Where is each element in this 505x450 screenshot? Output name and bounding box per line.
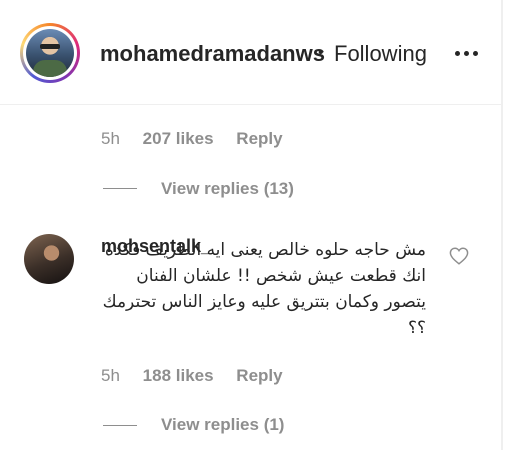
comment-meta: 5h 188 likes Reply xyxy=(101,366,283,386)
view-replies-button[interactable]: View replies (1) xyxy=(161,415,284,435)
header-divider xyxy=(0,104,503,105)
post-username[interactable]: mohamedramadanws xyxy=(100,41,325,67)
avatar[interactable] xyxy=(26,29,74,77)
view-replies-button[interactable]: View replies (13) xyxy=(161,179,294,199)
post-header: mohamedramadanws • Following xyxy=(0,0,503,104)
replies-divider xyxy=(103,425,137,426)
separator-dot: • xyxy=(318,44,324,61)
following-button[interactable]: Following xyxy=(334,41,427,67)
replies-divider xyxy=(103,188,137,189)
more-options-icon[interactable] xyxy=(455,51,478,56)
more-dot xyxy=(464,51,469,56)
avatar-shirt xyxy=(33,60,67,77)
comment-text: مش حاجه حلوه خالص يعنى ايه الظريف فكده ا… xyxy=(90,237,426,341)
comment-likes[interactable]: 188 likes xyxy=(143,366,214,385)
commenter-avatar[interactable] xyxy=(24,234,74,284)
avatar-glasses xyxy=(40,44,60,49)
comment-time: 5h xyxy=(101,129,120,148)
reply-button[interactable]: Reply xyxy=(236,129,282,148)
comment-time: 5h xyxy=(101,366,120,385)
post-panel: mohamedramadanws • Following 5h 207 like… xyxy=(0,0,503,450)
more-dot xyxy=(455,51,460,56)
more-dot xyxy=(473,51,478,56)
comment-body: مش حاجه حلوه خالص يعنى ايه الظريف فكده ا… xyxy=(102,240,426,338)
comment-likes[interactable]: 207 likes xyxy=(143,129,214,148)
comment-meta: 5h 207 likes Reply xyxy=(101,129,283,149)
reply-button[interactable]: Reply xyxy=(236,366,282,385)
heart-icon[interactable] xyxy=(449,247,469,265)
